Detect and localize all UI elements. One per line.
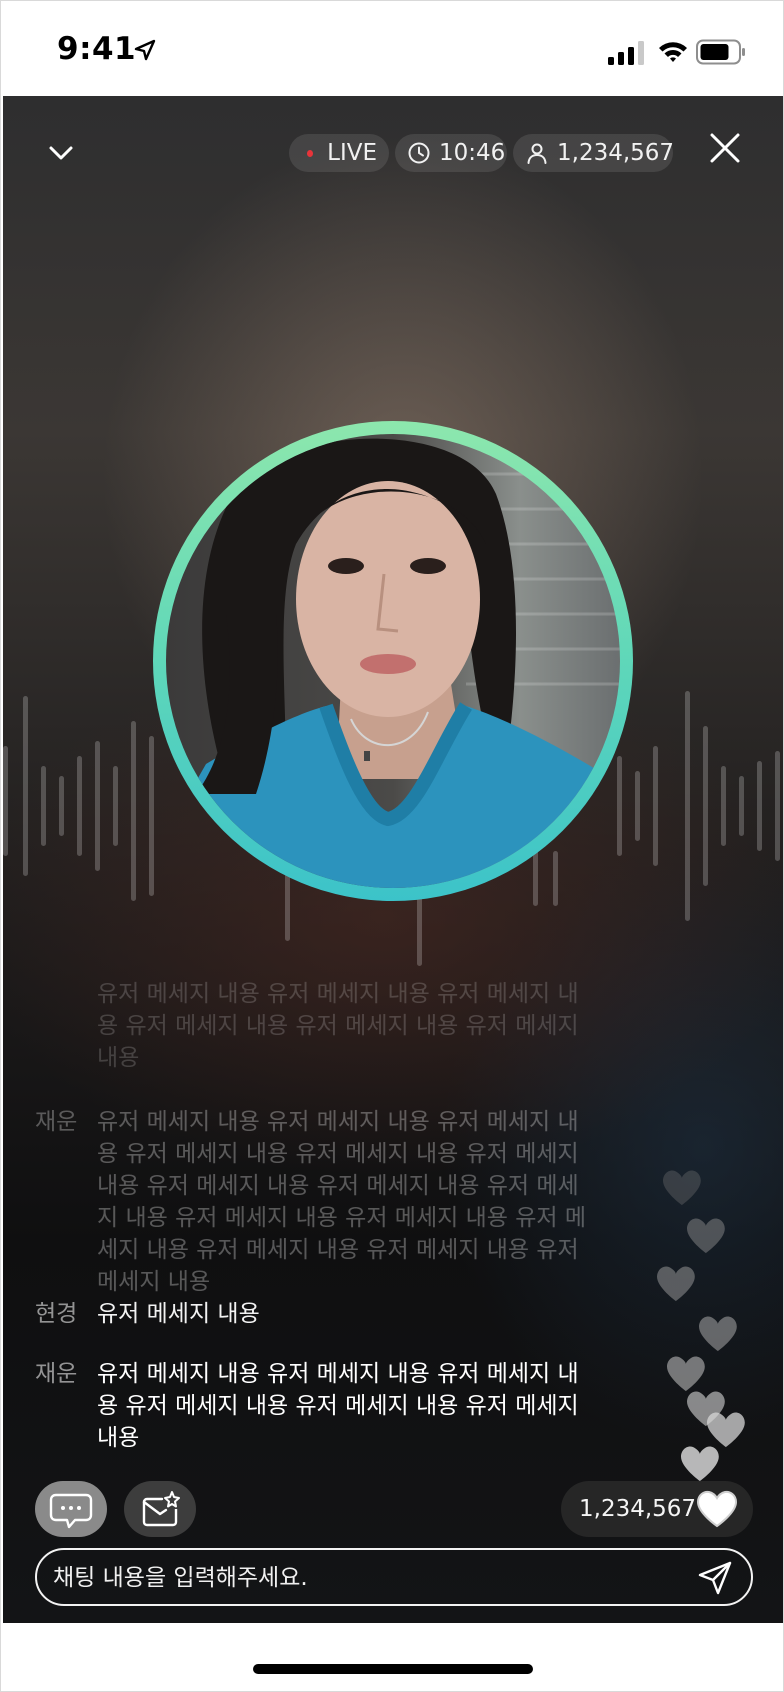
wifi-icon — [659, 42, 687, 62]
live-dot — [307, 149, 314, 157]
chat-toggle-button[interactable] — [35, 1481, 107, 1537]
duration-badge: 10:46 — [395, 134, 507, 172]
heart-icon — [663, 1170, 701, 1206]
heart-icon — [681, 1446, 719, 1482]
heart-icon — [667, 1356, 705, 1392]
chat-text: 유저 메세지 내용 — [97, 1301, 260, 1327]
live-stage: LIVE 10:46 1,234,567 유저 메세지 내용 유저 메세지 내용… — [3, 96, 783, 1623]
host-avatar-ring — [153, 421, 633, 901]
chat-nickname: 재운 — [35, 1361, 78, 1387]
host-photo — [166, 438, 620, 888]
clock-icon — [408, 142, 430, 164]
battery-icon — [696, 39, 745, 65]
host-avatar[interactable] — [166, 434, 620, 888]
chevron-down-icon[interactable] — [41, 136, 81, 168]
chat-text: 유저 메세지 내용 유저 메세지 내용 유저 메세지 내용 유저 메세지 내용 … — [97, 981, 579, 1071]
chat-nickname: 현경 — [35, 1301, 78, 1327]
app-frame: 9:41 LIVE 10:46 1,234,567 유저 메세지 내용 유저 메… — [0, 0, 784, 1692]
location-arrow-icon — [134, 39, 156, 61]
chat-input[interactable] — [51, 1556, 655, 1600]
gift-button[interactable] — [124, 1481, 196, 1537]
home-indicator[interactable] — [253, 1664, 533, 1674]
viewer-count-text: 1,234,567 — [557, 140, 675, 166]
heart-icon — [687, 1218, 725, 1254]
chat-text: 유저 메세지 내용 유저 메세지 내용 유저 메세지 내용 유저 메세지 내용 … — [97, 1361, 579, 1451]
live-badge: LIVE — [289, 134, 389, 172]
viewer-count-badge: 1,234,567 — [513, 134, 675, 172]
person-icon — [527, 143, 547, 164]
duration-text: 10:46 — [439, 140, 506, 166]
chat-input-container — [35, 1548, 753, 1606]
live-label: LIVE — [327, 140, 377, 166]
chat-text: 유저 메세지 내용 유저 메세지 내용 유저 메세지 내용 유저 메세지 내용 … — [97, 1109, 586, 1295]
close-icon[interactable] — [705, 128, 745, 168]
status-time: 9:41 — [57, 31, 137, 67]
send-icon[interactable] — [697, 1560, 733, 1596]
like-count: 1,234,567 — [579, 1496, 697, 1522]
chat-nickname: 재운 — [35, 1109, 78, 1135]
heart-icon — [657, 1266, 695, 1302]
chat-bubble-icon — [49, 1493, 93, 1529]
heart-icon — [696, 1490, 738, 1528]
heart-icon — [707, 1412, 745, 1448]
gift-envelope-icon — [142, 1491, 180, 1527]
status-bar: 9:41 — [1, 1, 783, 96]
cellular-signal-icon — [608, 41, 644, 65]
like-button[interactable]: 1,234,567 — [561, 1481, 753, 1537]
heart-icon — [699, 1316, 737, 1352]
